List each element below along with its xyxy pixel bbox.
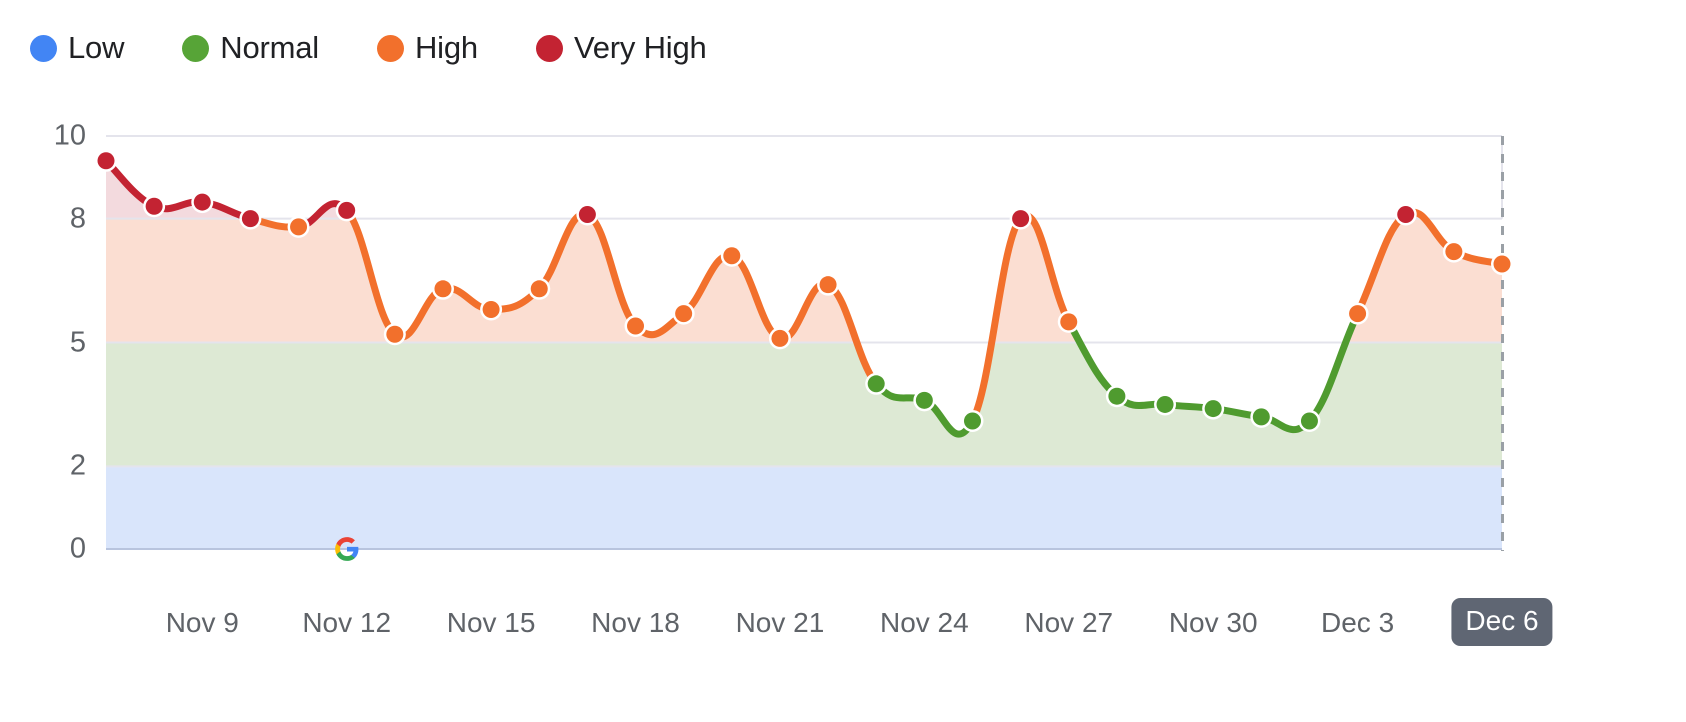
- data-point[interactable]: [143, 195, 166, 218]
- data-point-dot[interactable]: [193, 193, 211, 211]
- data-point-dot[interactable]: [627, 317, 645, 335]
- data-point-dot[interactable]: [578, 205, 596, 223]
- legend-label-normal: Normal: [220, 30, 319, 65]
- legend-label-high: High: [414, 30, 478, 65]
- data-point[interactable]: [1105, 385, 1128, 408]
- band-low-full-width: [106, 466, 1502, 549]
- dot-icon: [182, 34, 210, 62]
- data-point[interactable]: [576, 203, 599, 226]
- data-point[interactable]: [431, 277, 454, 300]
- data-point[interactable]: [865, 372, 888, 395]
- data-point[interactable]: [1298, 409, 1321, 432]
- data-point[interactable]: [768, 327, 791, 350]
- data-point-dot[interactable]: [1156, 395, 1174, 413]
- y-axis-tick-2: 2: [69, 449, 86, 482]
- data-point-dot[interactable]: [1204, 400, 1222, 418]
- data-point[interactable]: [624, 314, 647, 337]
- data-point[interactable]: [1346, 302, 1369, 325]
- data-point[interactable]: [1442, 240, 1465, 263]
- data-point-dot[interactable]: [1252, 408, 1270, 426]
- data-point[interactable]: [720, 244, 743, 267]
- data-point-dot[interactable]: [1060, 313, 1078, 331]
- data-point-dot[interactable]: [97, 152, 115, 170]
- line-chart-svg[interactable]: [0, 92, 1686, 722]
- data-point-dot[interactable]: [1493, 255, 1511, 273]
- glucose-chart-page: Low Normal High Very High 10 8 5 2 0 Nov 9 No…: [0, 0, 1686, 722]
- data-point-dot[interactable]: [1300, 412, 1318, 430]
- dot-icon: [535, 34, 563, 62]
- google-g-icon: [334, 536, 360, 562]
- data-point[interactable]: [817, 273, 840, 296]
- dot-icon: [30, 34, 57, 62]
- data-point[interactable]: [239, 207, 262, 230]
- data-point-dot[interactable]: [145, 197, 163, 215]
- data-point-dot[interactable]: [723, 247, 741, 265]
- x-axis-tick-nov-24[interactable]: Nov 24: [880, 607, 969, 639]
- data-point-dot[interactable]: [675, 305, 693, 323]
- data-point-dot[interactable]: [915, 391, 933, 409]
- data-point[interactable]: [1154, 393, 1177, 416]
- data-point[interactable]: [1202, 397, 1225, 420]
- y-axis-tick-10: 10: [53, 119, 86, 152]
- data-point-dot[interactable]: [771, 329, 789, 347]
- data-point[interactable]: [961, 409, 984, 432]
- legend-label-very-high: Very High: [573, 30, 707, 65]
- x-axis-tick-nov-27[interactable]: Nov 27: [1024, 607, 1113, 639]
- data-point-dot[interactable]: [482, 300, 500, 318]
- data-point[interactable]: [1491, 253, 1513, 276]
- data-point-dot[interactable]: [963, 412, 981, 430]
- data-point[interactable]: [1057, 310, 1080, 333]
- y-axis-tick-0: 0: [69, 532, 86, 565]
- legend-item-normal[interactable]: Normal: [182, 31, 319, 65]
- chart-legend: Low Normal High Very High: [30, 26, 765, 70]
- data-point-dot[interactable]: [241, 210, 259, 228]
- data-point[interactable]: [672, 302, 695, 325]
- x-axis-tick-nov-15[interactable]: Nov 15: [447, 607, 536, 639]
- data-point[interactable]: [191, 191, 214, 214]
- data-point-dot[interactable]: [1108, 387, 1126, 405]
- legend-item-very-high[interactable]: Very High: [535, 30, 707, 65]
- data-point-dot[interactable]: [867, 375, 885, 393]
- data-point[interactable]: [528, 277, 551, 300]
- data-point[interactable]: [1250, 405, 1273, 428]
- legend-item-low[interactable]: Low: [30, 31, 124, 65]
- x-axis-tick-nov-30[interactable]: Nov 30: [1169, 607, 1258, 639]
- data-point-dot[interactable]: [386, 325, 404, 343]
- data-point-dot[interactable]: [1445, 243, 1463, 261]
- dot-icon: [376, 34, 404, 62]
- legend-item-high[interactable]: High: [376, 30, 478, 65]
- x-axis-tick-nov-9[interactable]: Nov 9: [166, 607, 239, 639]
- data-point[interactable]: [913, 389, 936, 412]
- x-axis-tick-dec-3[interactable]: Dec 3: [1321, 607, 1394, 639]
- x-axis-tick-nov-12[interactable]: Nov 12: [302, 607, 391, 639]
- data-point-dot[interactable]: [1397, 205, 1415, 223]
- y-axis-tick-8: 8: [69, 202, 86, 235]
- data-point-dot[interactable]: [290, 218, 308, 236]
- data-point[interactable]: [480, 298, 503, 321]
- data-point-dot[interactable]: [1012, 210, 1030, 228]
- data-point[interactable]: [1009, 207, 1032, 230]
- chart-plot-area[interactable]: 10 8 5 2 0 Nov 9 Nov 12 Nov 15 Nov 18 Nov 21 Nov …: [0, 92, 1686, 722]
- data-point-dot[interactable]: [1349, 305, 1367, 323]
- data-point[interactable]: [335, 199, 358, 222]
- x-axis-tick-nov-18[interactable]: Nov 18: [591, 607, 680, 639]
- data-point[interactable]: [95, 149, 117, 172]
- data-point-dot[interactable]: [530, 280, 548, 298]
- data-point-dot[interactable]: [434, 280, 452, 298]
- data-point-dot[interactable]: [338, 201, 356, 219]
- legend-label-low: Low: [68, 30, 125, 65]
- data-point[interactable]: [383, 323, 406, 346]
- data-point[interactable]: [287, 215, 310, 238]
- x-axis-tick-nov-21[interactable]: Nov 21: [736, 607, 825, 639]
- data-point-dot[interactable]: [819, 276, 837, 294]
- x-axis-tick-dec-6[interactable]: Dec 6: [1451, 598, 1553, 646]
- data-point[interactable]: [1394, 203, 1417, 226]
- y-axis-tick-5: 5: [69, 326, 86, 358]
